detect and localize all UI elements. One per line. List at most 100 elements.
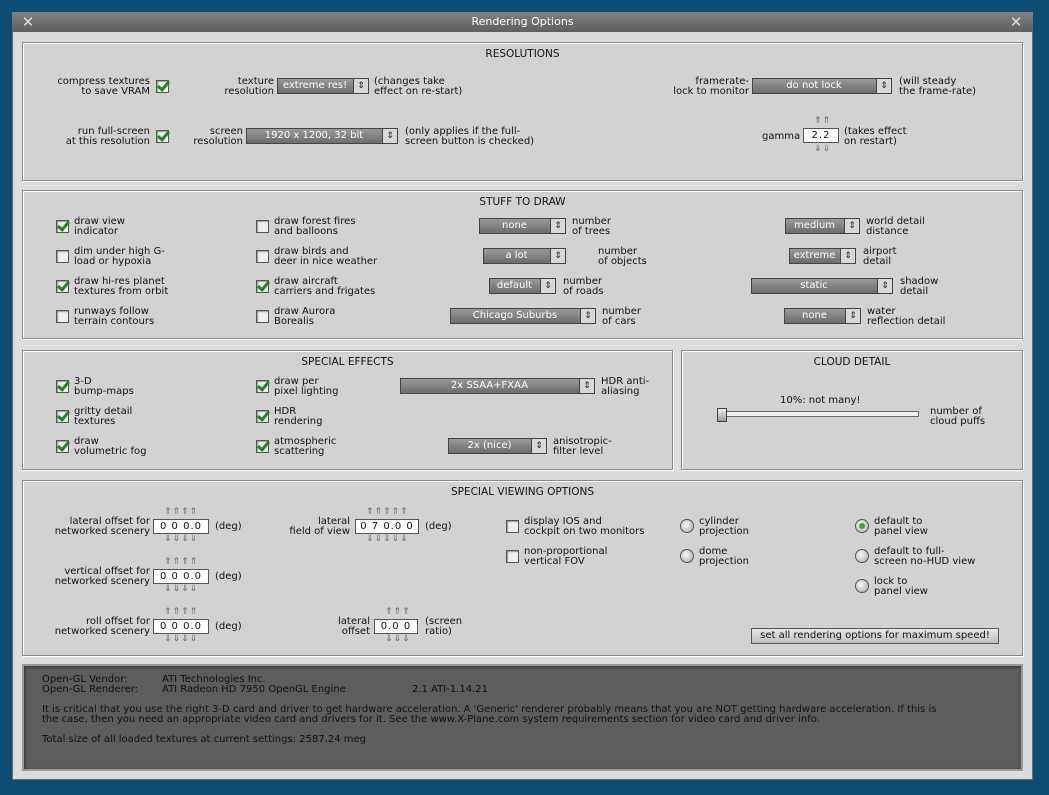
dropdown-arrow-icon: ⇕ xyxy=(840,249,855,263)
roll-offset-up-arrows[interactable]: ⇑⇑⇑⇑ xyxy=(164,608,198,617)
draw-birds-checkbox[interactable] xyxy=(256,250,269,263)
atmospheric-scattering-checkbox[interactable] xyxy=(256,440,269,453)
lateral-offset-field[interactable]: 0 0 0.0 xyxy=(153,519,209,534)
hdr-rendering-label: HDR rendering xyxy=(274,406,323,427)
lateral-offset-up-arrows[interactable]: ⇑⇑⇑⇑ xyxy=(164,508,198,517)
per-pixel-lighting-checkbox[interactable] xyxy=(256,380,269,393)
bump-maps-label: 3-D bump-maps xyxy=(74,376,134,397)
lateral-screen-down-arrows[interactable]: ⇓⇓⇓ xyxy=(385,635,411,644)
anisotropic-filter-dropdown[interactable]: 2x (nice) ⇕ xyxy=(448,438,547,454)
airport-detail-dropdown[interactable]: extreme ⇕ xyxy=(789,248,856,264)
hardware-note-line2: the case, then you need an appropriate v… xyxy=(42,714,820,725)
default-panel-view-radio[interactable] xyxy=(855,519,869,533)
compress-textures-checkbox[interactable] xyxy=(156,80,169,93)
roll-offset-down-arrows[interactable]: ⇓⇓⇓⇓ xyxy=(164,635,198,644)
framerate-lock-dropdown[interactable]: do not lock ⇕ xyxy=(752,78,892,94)
cars-dropdown[interactable]: Chicago Suburbs ⇕ xyxy=(450,308,596,324)
screen-resolution-dropdown[interactable]: 1920 x 1200, 32 bit ⇕ xyxy=(246,128,398,144)
roads-dropdown[interactable]: default ⇕ xyxy=(489,278,556,294)
draw-carriers-checkbox[interactable] xyxy=(256,280,269,293)
draw-aurora-label: draw Aurora Borealis xyxy=(274,306,336,327)
draw-view-indicator-label: draw view indicator xyxy=(74,216,125,237)
draw-view-indicator-checkbox[interactable] xyxy=(56,220,69,233)
objects-dropdown[interactable]: a lot ⇕ xyxy=(483,248,566,264)
ios-two-monitors-checkbox[interactable] xyxy=(506,520,519,533)
texture-resolution-label: texture resolution xyxy=(224,76,274,97)
per-pixel-lighting-label: draw per pixel lighting xyxy=(274,376,339,397)
airport-detail-label: airport detail xyxy=(863,246,897,267)
roll-offset-field[interactable]: 0 0 0.0 xyxy=(153,619,209,634)
vertical-offset-unit: (deg) xyxy=(215,571,242,582)
close-left-icon[interactable]: ✕ xyxy=(18,12,38,32)
lateral-fov-up-arrows[interactable]: ⇑⇑⇑⇑⇑ xyxy=(366,508,409,517)
roll-offset-unit: (deg) xyxy=(215,621,242,632)
gamma-up-arrows[interactable]: ⇑⇑ xyxy=(814,117,831,126)
special-effects-title: SPECIAL EFFECTS xyxy=(301,356,394,368)
shadow-detail-dropdown[interactable]: static ⇕ xyxy=(751,278,893,294)
resolutions-title: RESOLUTIONS xyxy=(485,48,560,60)
runways-follow-label: runways follow terrain contours xyxy=(74,306,155,327)
dropdown-arrow-icon: ⇕ xyxy=(579,379,594,393)
world-detail-label: world detail distance xyxy=(866,216,925,237)
stuff-to-draw-title: STUFF TO DRAW xyxy=(479,196,566,208)
lateral-fov-unit: (deg) xyxy=(425,521,452,532)
run-fullscreen-checkbox[interactable] xyxy=(156,130,169,143)
draw-carriers-label: draw aircraft carriers and frigates xyxy=(274,276,376,297)
texture-resolution-dropdown[interactable]: extreme res! ⇕ xyxy=(277,78,369,94)
trees-dropdown[interactable]: none ⇕ xyxy=(479,218,566,234)
draw-birds-label: draw birds and deer in nice weather xyxy=(274,246,378,267)
default-fullscreen-label: default to full-screen no-HUD view xyxy=(874,546,976,567)
water-detail-dropdown[interactable]: none ⇕ xyxy=(784,308,861,324)
hdr-rendering-checkbox[interactable] xyxy=(256,410,269,423)
gamma-field[interactable]: 2.2 xyxy=(803,128,839,143)
world-detail-dropdown[interactable]: medium ⇕ xyxy=(785,218,860,234)
cloud-puffs-slider-thumb[interactable] xyxy=(717,408,727,422)
renderer-value: ATI Radeon HD 7950 OpenGL Engine xyxy=(162,684,346,695)
draw-forest-fires-checkbox[interactable] xyxy=(256,220,269,233)
dome-projection-radio[interactable] xyxy=(680,549,694,563)
cloud-puffs-slider-track[interactable] xyxy=(717,411,919,417)
hdr-antialiasing-dropdown[interactable]: 2x SSAA+FXAA ⇕ xyxy=(400,378,595,394)
lateral-fov-down-arrows[interactable]: ⇓⇓⇓⇓⇓ xyxy=(366,535,409,544)
ios-two-monitors-label: display IOS and cockpit on two monitors xyxy=(524,516,645,537)
draw-aurora-checkbox[interactable] xyxy=(256,310,269,323)
cloud-slider-value-text: 10%: not many! xyxy=(780,395,861,406)
draw-hires-planet-checkbox[interactable] xyxy=(56,280,69,293)
vertical-offset-down-arrows[interactable]: ⇓⇓⇓⇓ xyxy=(164,585,198,594)
cloud-detail-title: CLOUD DETAIL xyxy=(813,356,891,368)
framerate-lock-label: framerate-lock to monitor xyxy=(673,76,749,97)
volumetric-fog-checkbox[interactable] xyxy=(56,440,69,453)
lateral-fov-field[interactable]: 0 7 0.0 0 xyxy=(355,519,419,534)
max-speed-button[interactable]: set all rendering options for maximum sp… xyxy=(751,628,999,644)
gritty-detail-checkbox[interactable] xyxy=(56,410,69,423)
renderer-label: Open-GL Renderer: xyxy=(42,684,139,695)
runways-follow-checkbox[interactable] xyxy=(56,310,69,323)
dropdown-arrow-icon: ⇕ xyxy=(540,279,555,293)
dropdown-arrow-icon: ⇕ xyxy=(550,219,565,233)
vertical-offset-up-arrows[interactable]: ⇑⇑⇑⇑ xyxy=(164,558,198,567)
lock-panel-view-radio[interactable] xyxy=(855,579,869,593)
gamma-down-arrows[interactable]: ⇓⇓ xyxy=(814,145,831,154)
lateral-offset-down-arrows[interactable]: ⇓⇓⇓⇓ xyxy=(164,535,198,544)
screen-resolution-note: (only applies if the full-screen button … xyxy=(405,126,535,147)
run-fullscreen-label: run full-screen at this resolution xyxy=(65,126,150,147)
texture-size-text: Total size of all loaded textures at cur… xyxy=(42,734,367,745)
default-fullscreen-radio[interactable] xyxy=(855,549,869,563)
water-detail-label: water reflection detail xyxy=(867,306,946,327)
compress-textures-label: compress textures to save VRAM xyxy=(57,76,150,97)
dropdown-arrow-icon: ⇕ xyxy=(876,79,891,93)
cylinder-projection-radio[interactable] xyxy=(680,519,694,533)
dropdown-arrow-icon: ⇕ xyxy=(531,439,546,453)
nonproportional-fov-label: non-proportional vertical FOV xyxy=(524,546,608,567)
lateral-screen-up-arrows[interactable]: ⇑⇑⇑ xyxy=(385,608,411,617)
texture-resolution-note: (changes take effect on re-start) xyxy=(374,76,463,97)
nonproportional-fov-checkbox[interactable] xyxy=(506,550,519,563)
roads-label: number of roads xyxy=(563,276,604,297)
lateral-screen-offset-field[interactable]: 0.0 0 xyxy=(374,619,418,634)
bump-maps-checkbox[interactable] xyxy=(56,380,69,393)
close-right-icon[interactable]: ✕ xyxy=(1006,12,1026,32)
dropdown-arrow-icon: ⇕ xyxy=(353,79,368,93)
dim-under-g-checkbox[interactable] xyxy=(56,250,69,263)
vertical-offset-field[interactable]: 0 0 0.0 xyxy=(153,569,209,584)
framerate-lock-note: (will steady the frame-rate) xyxy=(899,76,977,97)
